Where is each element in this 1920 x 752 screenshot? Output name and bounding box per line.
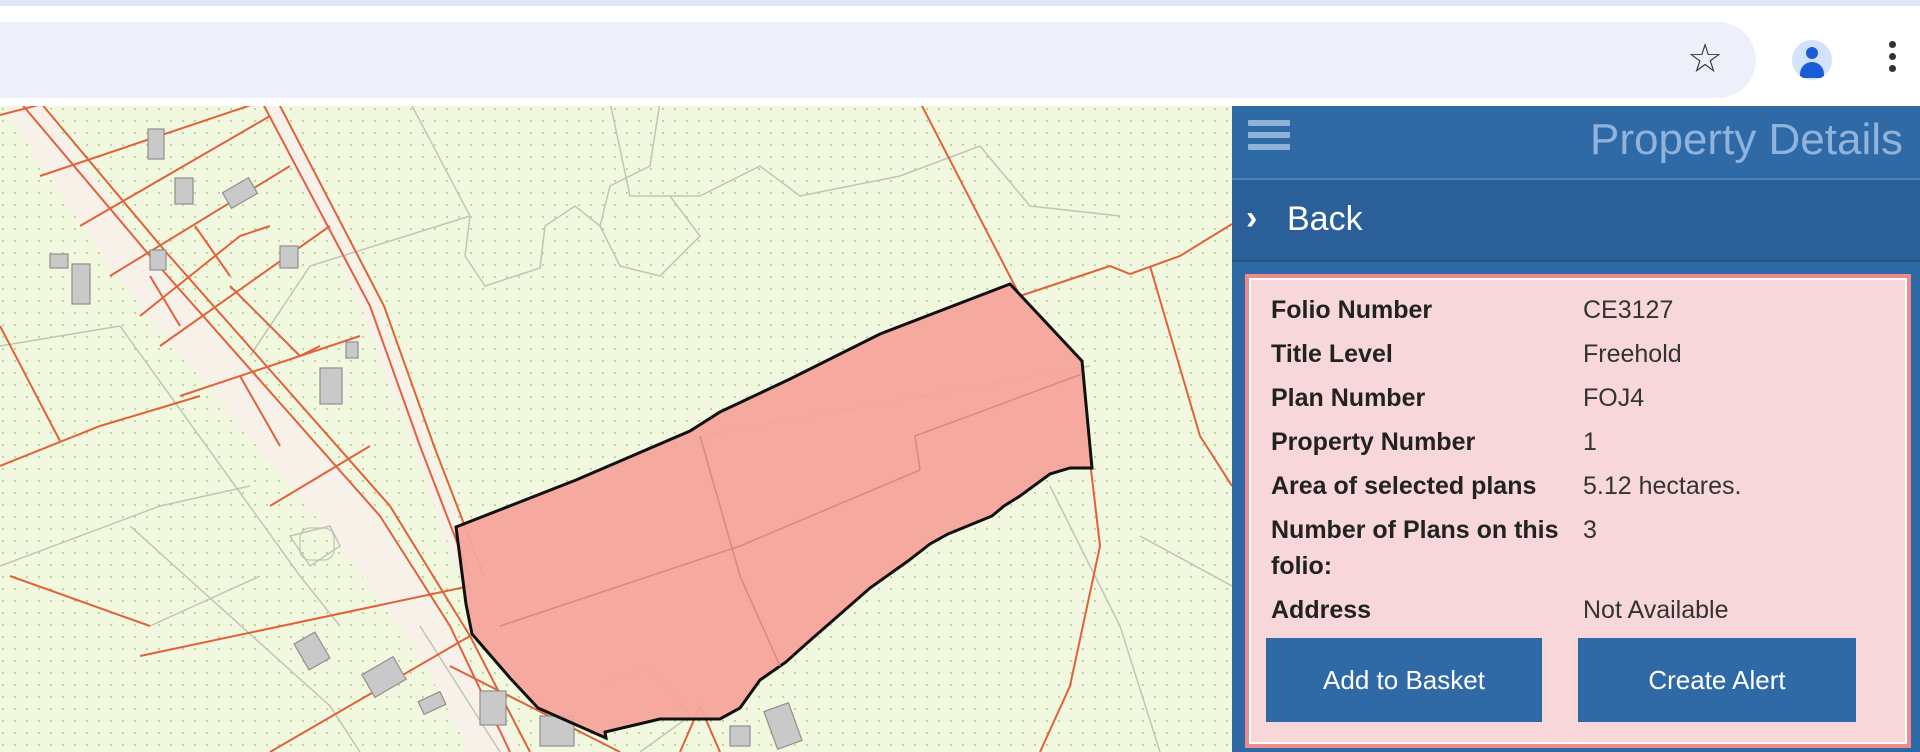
property-details-card: Folio Number CE3127 Title Level Freehold… — [1245, 274, 1911, 748]
star-icon[interactable]: ☆ — [1682, 36, 1728, 82]
detail-label: Number of Plans on this folio: — [1271, 516, 1559, 580]
chevron-right-icon: › — [1246, 199, 1258, 237]
detail-value: Not Available — [1583, 596, 1729, 624]
detail-label: Area of selected plans — [1271, 472, 1537, 500]
back-button[interactable]: › Back — [1232, 178, 1920, 262]
detail-value: 3 — [1583, 516, 1597, 544]
property-details-panel: Property Details › Back Folio Number CE3… — [1232, 106, 1920, 752]
create-alert-button[interactable]: Create Alert — [1578, 638, 1856, 722]
detail-label: Title Level — [1271, 340, 1393, 368]
detail-value: 1 — [1583, 428, 1597, 456]
hamburger-icon[interactable] — [1248, 120, 1290, 160]
detail-value: 5.12 hectares. — [1583, 472, 1742, 500]
detail-label: Address — [1271, 596, 1372, 624]
back-label: Back — [1287, 200, 1363, 238]
detail-label: Folio Number — [1271, 296, 1433, 324]
panel-header: Property Details — [1232, 106, 1920, 176]
panel-title: Property Details — [1590, 115, 1904, 164]
detail-label: Plan Number — [1271, 384, 1426, 412]
detail-value: CE3127 — [1583, 296, 1674, 324]
address-bar[interactable] — [0, 22, 1756, 98]
browser-toolbar: ☆ — [0, 6, 1920, 106]
account-icon[interactable] — [1792, 40, 1832, 80]
detail-label: Property Number — [1271, 428, 1476, 456]
detail-value: Freehold — [1583, 340, 1682, 368]
detail-value: FOJ4 — [1583, 384, 1645, 412]
map-canvas[interactable] — [0, 106, 1232, 752]
kebab-menu-icon[interactable] — [1880, 38, 1904, 82]
add-to-basket-button[interactable]: Add to Basket — [1266, 638, 1542, 722]
